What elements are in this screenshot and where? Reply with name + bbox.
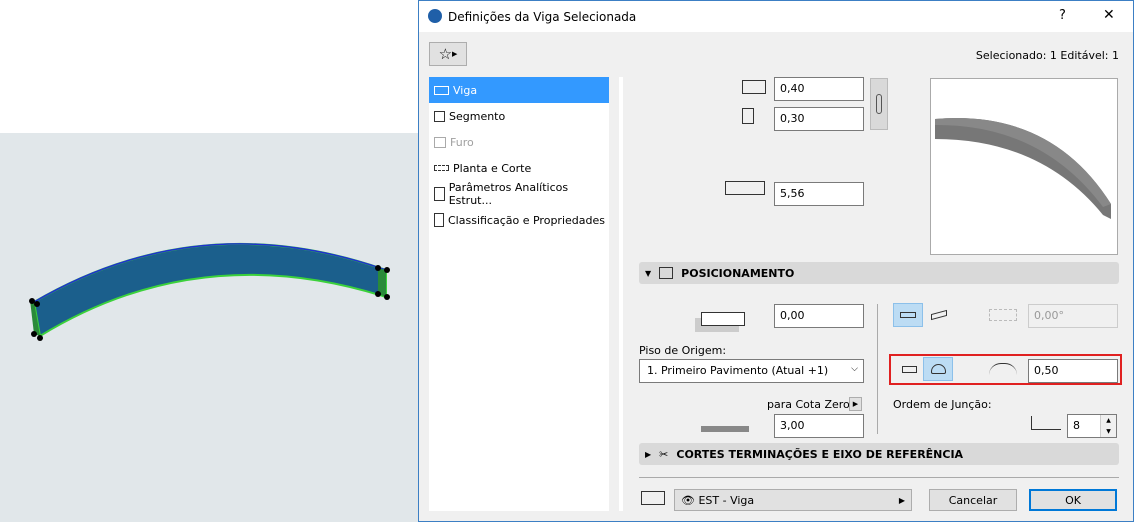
selection-info: Selecionado: 1 Editável: 1 [975,49,1119,62]
sidebar-item-planta-corte[interactable]: Planta e Corte [429,155,609,181]
segment-icon [434,110,445,122]
chevron-down-icon: ⌵ [851,364,858,374]
sidebar-item-furo[interactable]: Furo [429,129,609,155]
cancel-button[interactable]: Cancelar [929,489,1017,511]
floor-plan-icon [434,165,449,171]
archicad-logo-icon [428,9,442,23]
curved-beam-icon [930,364,946,374]
scissors-icon: ✂ [659,447,669,461]
reference-level-icon [701,426,749,432]
tilt-angle-icon [989,309,1017,321]
sidebar-item-parametros-analiticos[interactable]: Parâmetros Analíticos Estrut... [429,181,609,207]
reference-level-input[interactable]: 3,00 [774,414,864,438]
reference-menu-button[interactable]: ▶ [849,397,862,411]
star-icon: ☆ [438,45,453,63]
junction-order-icon [1031,416,1061,430]
panel-scrollbar[interactable] [619,77,623,511]
dialog-title: Definições da Viga Selecionada [448,10,637,24]
tilted-beam-icon [931,309,947,321]
beam-preview[interactable] [930,78,1118,255]
beam-height-icon [742,80,766,94]
help-button[interactable]: ? [1059,8,1066,23]
beam-settings-dialog: Definições da Viga Selecionada ? ✕ ☆ ▶ Se… [418,0,1134,522]
title-bar: Definições da Viga Selecionada ? ✕ [419,1,1133,32]
straight-beam-icon [901,365,917,373]
vertical-beam-toggle[interactable] [893,303,923,327]
layer-select[interactable]: 👁 EST - Viga ▶ [674,489,912,511]
tilted-beam-toggle[interactable] [924,303,954,327]
straight-beam-toggle[interactable] [894,357,924,381]
beam-height-input[interactable]: 0,40 [774,77,864,101]
positioning-section-header[interactable]: ▼ POSICIONAMENTO [639,262,1119,284]
footer-divider [639,477,1119,478]
close-button[interactable]: ✕ [1103,7,1115,23]
link-dimensions-button[interactable] [870,78,888,130]
junction-order-label: Ordem de Junção: [893,398,992,411]
ok-button[interactable]: OK [1029,489,1117,511]
hole-icon [434,136,446,148]
panel-list: Viga Segmento Furo Planta e Corte Parâme… [429,77,609,511]
arch-height-input[interactable]: 0,50 [1028,359,1118,383]
column-divider [877,304,878,434]
beam-length-input[interactable]: 5,56 [774,182,864,206]
chain-link-icon [876,94,882,114]
positioning-icon [659,267,674,279]
beam-length-icon [725,181,765,195]
reference-label: para Cota Zero [767,398,850,411]
beam-width-icon [742,108,754,124]
home-story-label: Piso de Origem: [639,344,727,357]
eye-icon: 👁 [681,493,695,507]
properties-icon [434,213,444,227]
junction-order-spinner[interactable]: ▲ ▼ [1100,415,1116,437]
offset-input[interactable]: 0,00 [774,304,864,328]
beam-width-input[interactable]: 0,30 [774,107,864,131]
offset-icon [701,312,745,326]
selected-beam-3d[interactable] [0,0,418,522]
beam-preview-image [935,118,1111,219]
layer-icon [641,491,665,505]
cuts-section-header[interactable]: ▶ ✂ CORTES TERMINAÇÕES E EIXO DE REFERÊNCI… [639,443,1119,465]
home-story-select[interactable]: 1. Primeiro Pavimento (Atual +1) ⌵ [639,359,864,383]
structural-analysis-icon [434,187,445,201]
tilt-angle-input: 0,00° [1028,304,1118,328]
sidebar-item-viga[interactable]: Viga [429,77,609,103]
sidebar-item-segmento[interactable]: Segmento [429,103,609,129]
favorites-button[interactable]: ☆ ▶ [429,42,467,66]
vertical-beam-icon [900,312,916,318]
beam-icon [434,85,449,95]
sidebar-item-classificacao[interactable]: Classificação e Propriedades [429,207,609,233]
curved-beam-toggle[interactable] [923,357,953,381]
